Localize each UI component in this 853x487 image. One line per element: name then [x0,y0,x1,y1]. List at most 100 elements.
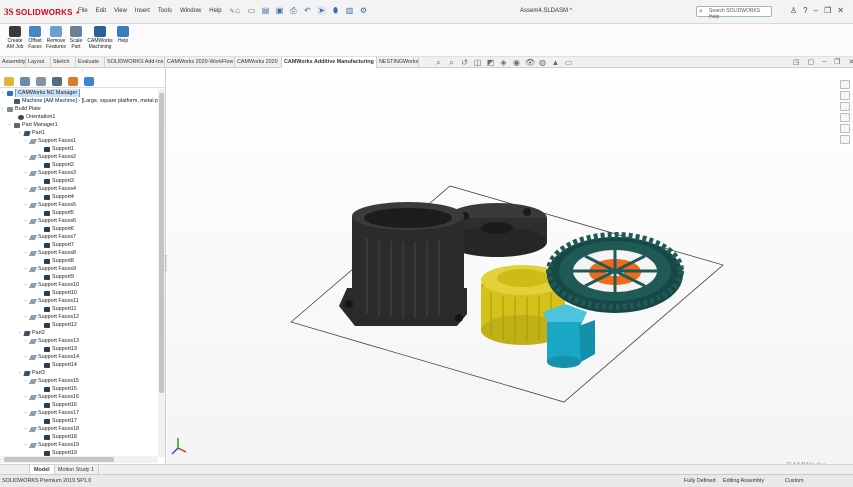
tree-support-faces[interactable]: − Support Faces7 [0,233,158,241]
design-library-icon[interactable] [840,91,850,100]
tree-support-faces[interactable]: − Support Faces16 [0,393,158,401]
section-view-icon[interactable]: ◫ [473,58,482,68]
search-help-input[interactable]: ⌕ Search SOLIDWORKS Help [696,6,772,20]
configuration-manager-tab-icon[interactable] [36,77,46,86]
expand-toggle-icon[interactable]: − [24,265,28,273]
remove-features-button[interactable]: Remove Features [45,26,67,50]
user-icon[interactable]: ♙ [790,6,797,15]
zoom-to-fit-icon[interactable]: ⌕ [434,58,443,68]
tab-solidworks-addins[interactable]: SOLIDWORKS Add-Ins [105,57,165,68]
tree-support[interactable]: Support7 [0,241,158,249]
open-folder-icon[interactable]: ▤ [261,6,270,15]
tree-support[interactable]: Support15 [0,385,158,393]
tree-part-manager[interactable]: − Part Manager1 [0,121,158,129]
tab-assembly[interactable]: Assembly [0,57,26,68]
file-properties-icon[interactable]: ▥ [345,6,354,15]
scroll-thumb[interactable] [159,93,164,393]
save-icon[interactable]: ▣ [275,6,284,15]
tree-part[interactable]: − Part3 [0,369,158,377]
tree-root[interactable]: − CAMWorks NC Manager [0,89,158,97]
rebuild-icon[interactable]: ⬮ [331,6,340,15]
offset-faces-button[interactable]: Offset Faces [24,26,46,50]
zoom-area-icon[interactable]: ⌕ [447,58,456,68]
expand-toggle-icon[interactable]: − [24,377,28,385]
expand-toggle-icon[interactable]: − [8,121,12,129]
options-gear-icon[interactable]: ⚙ [359,6,368,15]
expand-toggle-icon[interactable]: − [24,441,28,449]
tree-support-faces[interactable]: − Support Faces8 [0,249,158,257]
tree-support[interactable]: Support11 [0,305,158,313]
tree-support[interactable]: Support1 [0,145,158,153]
expand-toggle-icon[interactable]: − [24,201,28,209]
edit-appearance-icon[interactable]: ◍ [538,58,547,68]
help-button[interactable]: Help [112,26,134,44]
menu-insert[interactable]: Insert [135,8,150,15]
expand-toggle-icon[interactable]: − [24,233,28,241]
hide-show-items-icon[interactable]: 👁 [525,58,535,68]
undo-icon[interactable]: ↶ [303,6,312,15]
tree-support-faces[interactable]: − Support Faces9 [0,265,158,273]
print-icon[interactable]: ⎙ [289,6,298,15]
tab-camworks-additive-manufacturing[interactable]: CAMWorks Additive Manufacturing [282,57,377,68]
tab-evaluate[interactable]: Evaluate [76,57,105,68]
menu-help[interactable]: Help [209,8,221,15]
expand-toggle-icon[interactable]: − [24,313,28,321]
resources-icon[interactable] [840,80,850,89]
home-icon[interactable]: ⌂ [233,6,242,15]
tree-support-faces[interactable]: − Support Faces11 [0,297,158,305]
expand-toggle-icon[interactable]: − [24,137,28,145]
tree-support-faces[interactable]: − Support Faces18 [0,425,158,433]
solidworks-logo[interactable]: 3S SOLIDWORKS ▸ [4,5,80,19]
minimize-icon[interactable]: – [814,6,818,15]
tree-support-faces[interactable]: − Support Faces4 [0,185,158,193]
tree-support[interactable]: Support13 [0,345,158,353]
tree-support[interactable]: Support9 [0,273,158,281]
tree-support[interactable]: Support2 [0,161,158,169]
doc-restore-icon[interactable]: ▢ [808,58,815,66]
expand-toggle-icon[interactable]: − [24,393,28,401]
view-settings-icon[interactable]: ▭ [564,58,573,68]
property-manager-tab-icon[interactable] [20,77,30,86]
scale-part-button[interactable]: Scale Part [65,26,87,50]
tree-support[interactable]: Support4 [0,193,158,201]
tree-support[interactable]: Support18 [0,433,158,441]
expand-toggle-icon[interactable]: − [24,153,28,161]
tab-sketch[interactable]: Sketch [51,57,76,68]
tree-support[interactable]: Support5 [0,209,158,217]
doc-maximize-icon[interactable]: ❐ [834,58,840,66]
tree-orientation[interactable]: Orientation1 [0,113,158,121]
tree-build-plate[interactable]: − Build Plate [0,105,158,113]
dynamic-annotation-icon[interactable]: ◩ [486,58,495,68]
doc-minimize-icon[interactable]: – [822,58,826,66]
apply-scene-icon[interactable]: ▲ [551,58,560,68]
expand-toggle-icon[interactable]: − [24,281,28,289]
menu-window[interactable]: Window [180,8,201,15]
tree-support-faces[interactable]: − Support Faces5 [0,201,158,209]
file-explorer-icon[interactable] [840,102,850,111]
select-icon[interactable]: ➤ [317,6,326,15]
expand-toggle-icon[interactable]: − [24,249,28,257]
new-document-icon[interactable]: ▭ [247,6,256,15]
create-am-job-button[interactable]: Create AM Job [4,26,26,50]
help-icon[interactable]: ? [803,6,807,15]
tree-vertical-scrollbar[interactable] [158,89,165,457]
expand-toggle-icon[interactable]: − [24,425,28,433]
previous-view-icon[interactable]: ↺ [460,58,469,68]
tab-camworks-workflow[interactable]: CAMWorks 2020-WorkFlow [165,57,235,68]
expand-toggle-icon[interactable]: − [18,369,22,377]
tree-support-faces[interactable]: − Support Faces12 [0,313,158,321]
expand-toggle-icon[interactable]: − [24,169,28,177]
tab-nestingworks[interactable]: NESTINGWorks [377,57,419,68]
tree-horizontal-scrollbar[interactable] [0,456,158,463]
tree-support-faces[interactable]: − Support Faces1 [0,137,158,145]
view-palette-icon[interactable] [840,113,850,122]
tree-support-faces[interactable]: − Support Faces19 [0,441,158,449]
tab-camworks-2020[interactable]: CAMWorks 2020 [235,57,282,68]
expand-toggle-icon[interactable]: − [18,329,22,337]
expand-toggle-icon[interactable]: − [1,89,5,97]
doc-close-icon[interactable]: ✕ [848,58,853,66]
tree-support-faces[interactable]: − Support Faces13 [0,337,158,345]
menu-file[interactable]: File [78,8,88,15]
feature-manager-tab-icon[interactable] [4,77,14,86]
panel-collapse-icon[interactable]: ⌃ [0,68,165,76]
